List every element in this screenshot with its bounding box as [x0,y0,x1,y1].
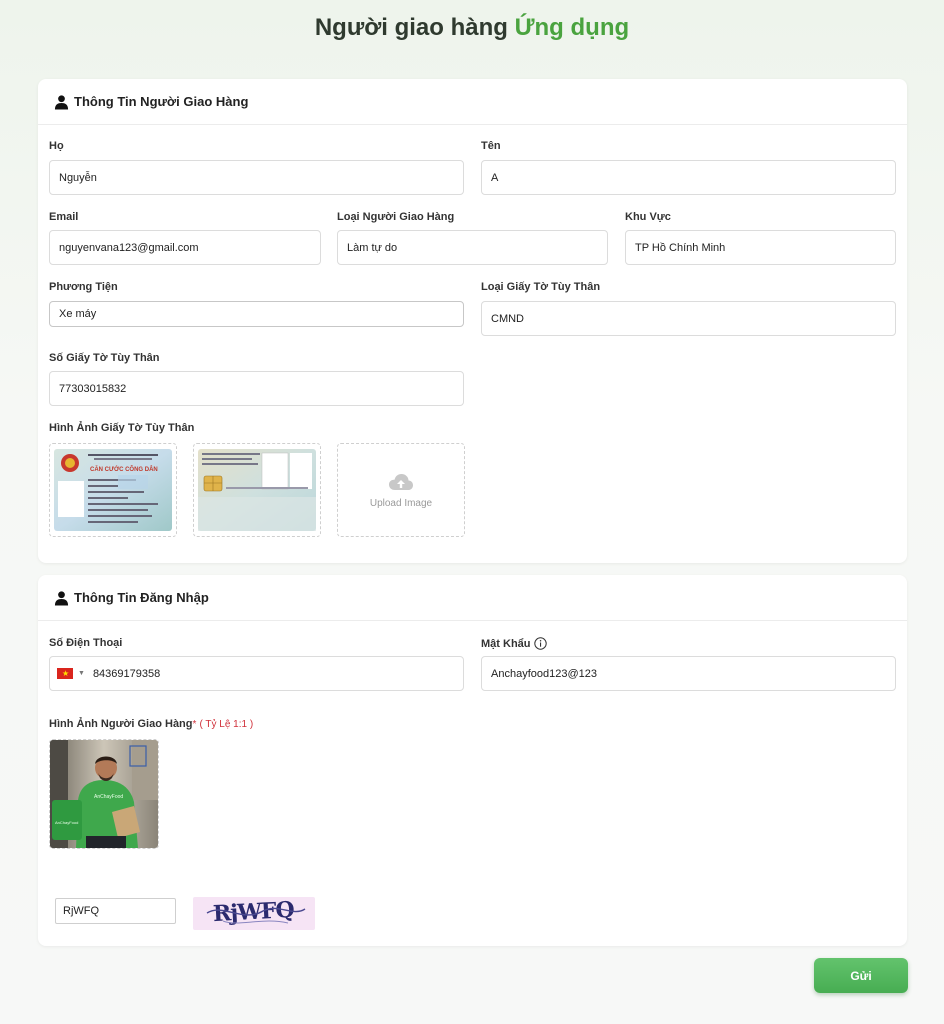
id-card-title: CĂN CƯỚC CÔNG DÂN [90,465,158,473]
last-name-input[interactable]: Nguyễn [49,160,464,195]
shipper-photo[interactable]: AnChayFood AnChayFood [49,739,159,849]
first-name-label: Tên [481,140,501,152]
phone-value: 84369179358 [92,667,161,680]
user-icon [54,590,69,605]
login-info-header: Thông Tin Đăng Nhập [38,575,907,621]
login-info-title: Thông Tin Đăng Nhập [74,590,209,605]
page-title-main: Người giao hàng [314,14,508,41]
region-label: Khu Vực [625,211,671,223]
id-card-front: CĂN CƯỚC CÔNG DÂN [54,449,172,531]
captcha-input[interactable]: RjWFQ [55,898,176,924]
bag-text: AnChayFood [55,820,78,825]
region-select[interactable]: TP Hồ Chính Minh [625,230,896,265]
id-upload-box[interactable]: Upload Image [337,443,465,537]
submit-button[interactable]: Gửi [814,958,908,993]
required-mark: * [192,719,197,730]
email-label: Email [49,211,79,223]
chevron-down-icon[interactable]: ▼ [78,670,85,677]
page-title: Người giao hàng Ứng dụng [0,14,944,42]
shirt-text: AnChayFood [94,794,123,800]
captcha-text: RjWFQ [212,897,295,927]
cloud-upload-icon [389,473,413,490]
phone-input[interactable]: ★ ▼ 84369179358 [49,656,464,691]
shipper-info-title: Thông Tin Người Giao Hàng [74,94,249,109]
id-back-image[interactable] [193,443,321,537]
user-icon [54,94,69,109]
vehicle-label: Phương Tiện [49,281,118,293]
last-name-label: Họ [49,140,64,152]
first-name-input[interactable]: A [481,160,896,195]
id-type-select[interactable]: CMND [481,301,896,336]
shipper-type-label: Loại Người Giao Hàng [337,211,455,223]
login-info-card: Thông Tin Đăng Nhập [38,575,907,946]
vehicle-select[interactable]: Xe máy [49,301,464,327]
id-images-label: Hình Ảnh Giấy Tờ Tùy Thân [49,422,195,434]
password-input[interactable]: Anchayfood123@123 [481,656,896,691]
upload-image-text: Upload Image [369,497,433,509]
shipper-photo-image: AnChayFood AnChayFood [50,740,158,848]
id-number-input[interactable]: 77303015832 [49,371,464,406]
info-icon[interactable] [533,637,547,650]
shipper-photo-label: Hình Ảnh Người Giao Hàng* ( Tỷ Lệ 1:1 ) [49,718,253,730]
phone-label: Số Điện Thoại [49,637,123,649]
ratio-note: ( Tỷ Lệ 1:1 ) [199,719,254,730]
id-front-image[interactable]: CĂN CƯỚC CÔNG DÂN [49,443,177,537]
id-type-label: Loại Giấy Tờ Tùy Thân [481,281,601,293]
password-label-text: Mật Khẩu [481,637,531,650]
email-input[interactable]: nguyenvana123@gmail.com [49,230,321,265]
password-label: Mật Khẩu [481,637,547,650]
captcha-graphic: RjWFQ [206,897,306,927]
shipper-photo-label-text: Hình Ảnh Người Giao Hàng [49,718,193,730]
vietnam-flag-icon[interactable]: ★ [57,668,73,679]
shipper-type-select[interactable]: Làm tự do [337,230,608,265]
page-title-accent: Ứng dụng [514,14,630,41]
id-number-label: Số Giấy Tờ Tùy Thân [49,352,160,364]
id-card-back [198,449,316,531]
shipper-info-header: Thông Tin Người Giao Hàng [38,79,907,125]
captcha-image[interactable]: RjWFQ [193,897,315,930]
